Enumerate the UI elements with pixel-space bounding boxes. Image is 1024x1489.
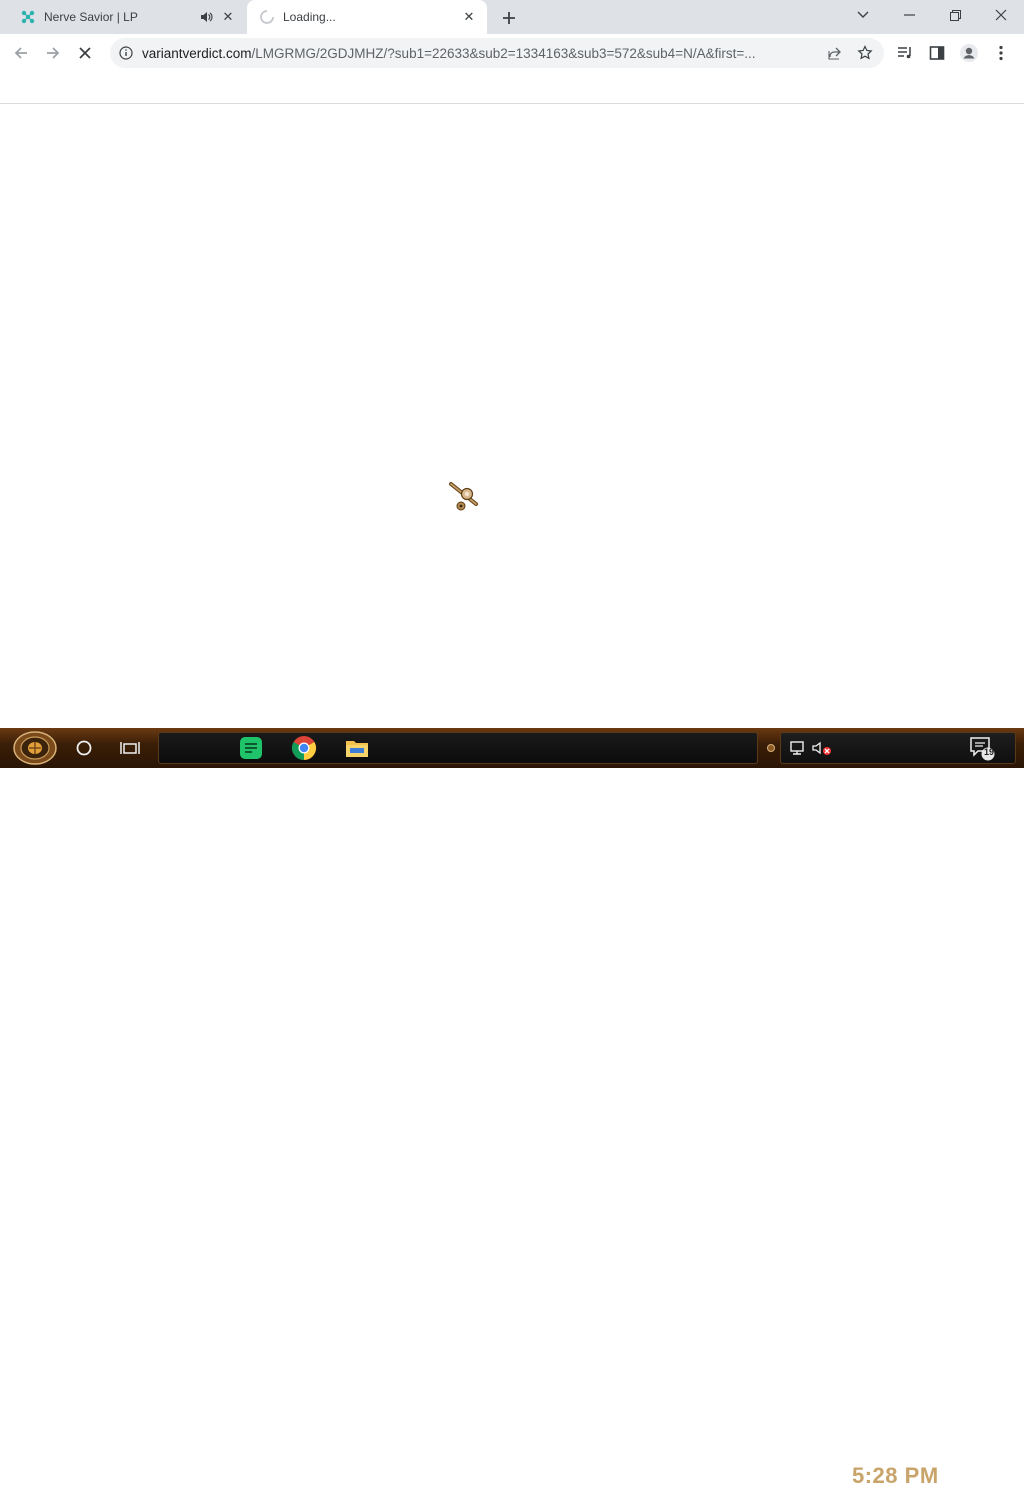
nerve-savior-favicon-icon bbox=[20, 9, 36, 25]
notifications-icon[interactable]: 19 bbox=[968, 734, 996, 762]
speaker-icon[interactable] bbox=[198, 9, 214, 25]
bookmark-star-icon[interactable] bbox=[854, 42, 876, 64]
bookmark-bar bbox=[0, 72, 1024, 104]
url-host: variantverdict.com bbox=[142, 45, 252, 61]
tab-title: Nerve Savior | LP bbox=[44, 10, 138, 24]
stop-loading-button[interactable] bbox=[72, 40, 98, 66]
restore-button[interactable] bbox=[932, 0, 978, 30]
forward-button[interactable] bbox=[40, 40, 66, 66]
tab-strip: Nerve Savior | LP ✕ Loading... ✕ bbox=[0, 0, 1024, 34]
url-text: variantverdict.com/LMGRMG/2GDJMHZ/?sub1=… bbox=[142, 46, 824, 61]
side-panel-icon[interactable] bbox=[926, 42, 948, 64]
tab-search-chevron-down-icon[interactable] bbox=[840, 0, 886, 30]
taskbar: 5:28 PM 19 bbox=[0, 728, 1024, 1488]
minimize-button[interactable] bbox=[886, 0, 932, 30]
notification-count-badge: 19 bbox=[983, 747, 994, 757]
site-info-icon[interactable] bbox=[118, 45, 134, 61]
address-bar[interactable]: variantverdict.com/LMGRMG/2GDJMHZ/?sub1=… bbox=[110, 38, 884, 68]
close-window-button[interactable] bbox=[978, 0, 1024, 30]
close-icon[interactable]: ✕ bbox=[461, 9, 477, 25]
close-icon[interactable]: ✕ bbox=[220, 9, 236, 25]
chrome-icon[interactable] bbox=[290, 734, 318, 762]
back-button[interactable] bbox=[8, 40, 34, 66]
share-icon[interactable] bbox=[824, 42, 846, 64]
profile-avatar-icon[interactable] bbox=[958, 42, 980, 64]
new-tab-button[interactable] bbox=[498, 7, 520, 29]
tab-loading[interactable]: Loading... ✕ bbox=[247, 0, 487, 34]
task-view-icon[interactable] bbox=[116, 734, 144, 762]
taskbar-clock[interactable]: 5:28 PM bbox=[852, 1463, 939, 1489]
media-control-icon[interactable] bbox=[894, 42, 916, 64]
tray-overflow-icon[interactable] bbox=[760, 734, 782, 762]
url-path: /LMGRMG/2GDJMHZ/?sub1=22633&sub2=1334163… bbox=[251, 45, 756, 61]
tab-nerve-savior[interactable]: Nerve Savior | LP ✕ bbox=[8, 0, 246, 34]
volume-muted-icon[interactable] bbox=[808, 734, 836, 762]
start-button[interactable] bbox=[12, 730, 58, 766]
file-explorer-icon[interactable] bbox=[343, 734, 371, 762]
loading-spinner-icon bbox=[259, 9, 275, 25]
tab-title: Loading... bbox=[283, 10, 336, 24]
page-content bbox=[0, 104, 1024, 728]
menu-kebab-icon[interactable] bbox=[990, 42, 1012, 64]
notes-app-icon[interactable] bbox=[237, 734, 265, 762]
browser-toolbar: variantverdict.com/LMGRMG/2GDJMHZ/?sub1=… bbox=[0, 34, 1024, 72]
search-circle-icon[interactable] bbox=[70, 734, 98, 762]
mouse-cursor-icon bbox=[448, 481, 482, 513]
